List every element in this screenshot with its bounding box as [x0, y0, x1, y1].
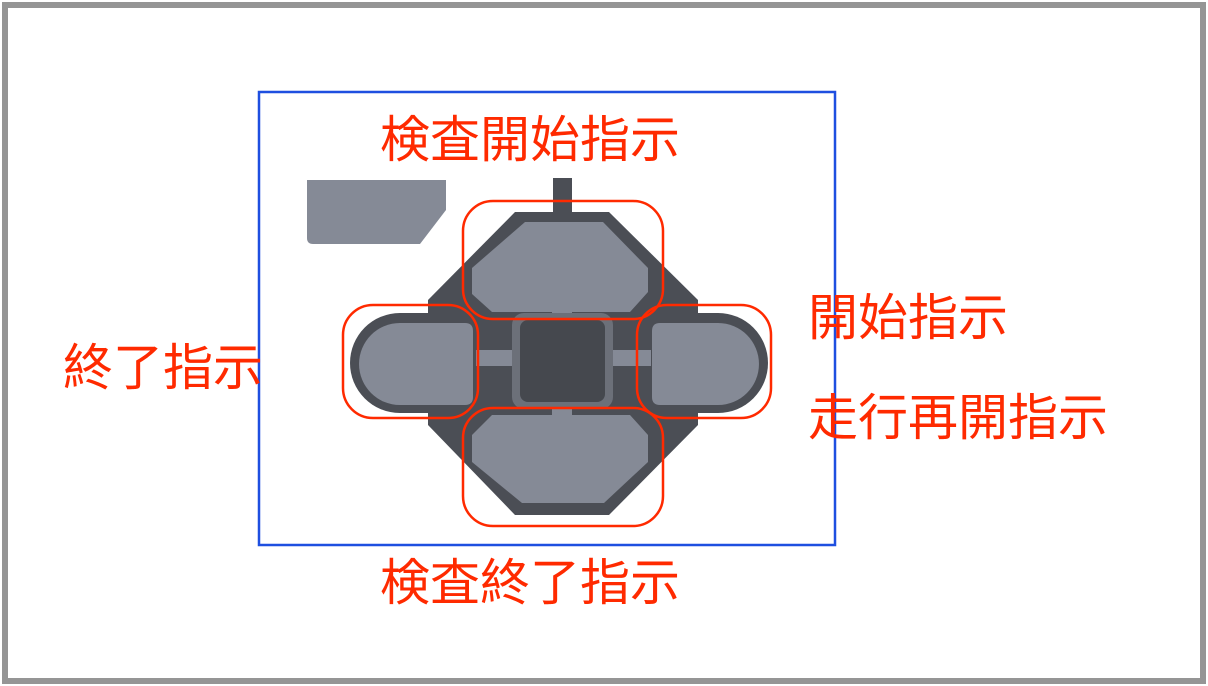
label-right-resume: 走行再開指示	[808, 389, 1108, 447]
label-left: 終了指示	[63, 339, 263, 397]
label-right-start: 開始指示	[808, 289, 1008, 347]
left-button[interactable]	[359, 323, 473, 405]
right-button[interactable]	[652, 323, 759, 405]
label-bottom: 検査終了指示	[380, 554, 680, 612]
center-key[interactable]	[520, 320, 605, 402]
label-top: 検査開始指示	[380, 111, 680, 169]
corner-tab	[307, 180, 446, 244]
